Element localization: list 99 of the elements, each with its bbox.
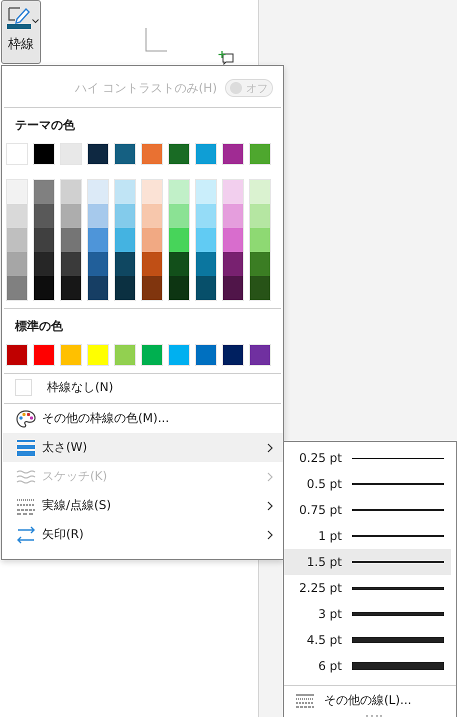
- color-swatch[interactable]: [250, 252, 270, 276]
- color-swatch[interactable]: [169, 228, 189, 252]
- line-weight-icon: [16, 438, 36, 456]
- section-title: 標準の色: [14, 318, 64, 335]
- color-swatch[interactable]: [7, 204, 27, 228]
- color-swatch[interactable]: [115, 204, 135, 228]
- color-swatch[interactable]: [88, 276, 108, 300]
- color-swatch[interactable]: [168, 344, 190, 366]
- color-swatch[interactable]: [114, 143, 136, 165]
- pen-color-icon: [6, 5, 30, 29]
- color-swatch[interactable]: [115, 180, 135, 204]
- color-swatch[interactable]: [61, 228, 81, 252]
- color-swatch[interactable]: [196, 180, 216, 204]
- color-swatch[interactable]: [87, 143, 109, 165]
- color-swatch[interactable]: [33, 344, 55, 366]
- line-weight-option[interactable]: 4.5 pt: [284, 627, 456, 653]
- color-swatch[interactable]: [196, 252, 216, 276]
- color-swatch[interactable]: [142, 252, 162, 276]
- color-swatch[interactable]: [87, 344, 109, 366]
- line-weight-option[interactable]: 2.25 pt: [284, 575, 456, 601]
- color-swatch[interactable]: [6, 344, 28, 366]
- color-swatch[interactable]: [114, 344, 136, 366]
- more-lines-option[interactable]: その他の線(L)...: [284, 686, 456, 709]
- line-weight-option[interactable]: 1 pt: [284, 523, 456, 549]
- color-swatch[interactable]: [196, 228, 216, 252]
- color-swatch[interactable]: [34, 228, 54, 252]
- color-swatch[interactable]: [250, 228, 270, 252]
- color-swatch[interactable]: [223, 276, 243, 300]
- no-border-swatch[interactable]: [15, 379, 32, 396]
- corner-mark-icon: [145, 28, 167, 52]
- color-swatch[interactable]: [222, 344, 244, 366]
- menu-item[interactable]: 実線/点線(S): [3, 491, 283, 520]
- arrows-icon: [16, 526, 36, 544]
- color-swatch[interactable]: [250, 276, 270, 300]
- color-swatch[interactable]: [7, 276, 27, 300]
- color-swatch[interactable]: [169, 276, 189, 300]
- color-swatch[interactable]: [60, 143, 82, 165]
- dash-lines-icon: [295, 694, 315, 708]
- line-weight-option[interactable]: 0.75 pt: [284, 497, 456, 523]
- color-swatch[interactable]: [222, 143, 244, 165]
- color-swatch[interactable]: [115, 276, 135, 300]
- color-swatch[interactable]: [34, 204, 54, 228]
- line-weight-option[interactable]: 6 pt: [284, 653, 456, 679]
- line-weight-option[interactable]: 1.5 pt: [284, 549, 451, 575]
- high-contrast-label: ハイ コントラストのみ(H): [74, 80, 217, 96]
- color-swatch[interactable]: [61, 276, 81, 300]
- color-swatch[interactable]: [61, 204, 81, 228]
- color-swatch[interactable]: [142, 228, 162, 252]
- color-swatch[interactable]: [141, 344, 163, 366]
- color-swatch[interactable]: [34, 276, 54, 300]
- color-swatch[interactable]: [115, 252, 135, 276]
- color-swatch[interactable]: [223, 228, 243, 252]
- color-swatch[interactable]: [250, 204, 270, 228]
- color-swatch[interactable]: [196, 276, 216, 300]
- no-border-option[interactable]: 枠線なし(N): [47, 379, 114, 396]
- color-swatch[interactable]: [169, 180, 189, 204]
- palette-icon: [16, 410, 36, 428]
- color-swatch[interactable]: [169, 252, 189, 276]
- color-swatch[interactable]: [250, 180, 270, 204]
- caret-icon: [32, 19, 38, 24]
- color-swatch[interactable]: [7, 180, 27, 204]
- menu-item[interactable]: 太さ(W): [3, 433, 283, 462]
- color-swatch[interactable]: [196, 204, 216, 228]
- color-swatch[interactable]: [169, 204, 189, 228]
- line-weight-option[interactable]: 0.25 pt: [284, 445, 456, 471]
- color-swatch[interactable]: [7, 228, 27, 252]
- color-swatch[interactable]: [115, 228, 135, 252]
- color-swatch[interactable]: [249, 344, 271, 366]
- color-swatch[interactable]: [88, 252, 108, 276]
- color-swatch[interactable]: [6, 143, 28, 165]
- color-swatch[interactable]: [34, 180, 54, 204]
- color-swatch[interactable]: [142, 180, 162, 204]
- color-swatch[interactable]: [223, 204, 243, 228]
- color-swatch[interactable]: [88, 204, 108, 228]
- color-swatch[interactable]: [60, 344, 82, 366]
- line-weight-option[interactable]: 0.5 pt: [284, 471, 456, 497]
- section-title: テーマの色: [14, 117, 76, 134]
- line-weight-option[interactable]: 3 pt: [284, 601, 456, 627]
- menu-item[interactable]: 矢印(R): [3, 520, 283, 549]
- color-swatch[interactable]: [223, 252, 243, 276]
- color-swatch[interactable]: [168, 143, 190, 165]
- sketch-lines-icon: [16, 468, 36, 486]
- menu-item[interactable]: その他の枠線の色(M)...: [3, 404, 283, 433]
- color-swatch[interactable]: [141, 143, 163, 165]
- color-swatch[interactable]: [195, 344, 217, 366]
- color-swatch[interactable]: [142, 276, 162, 300]
- color-swatch[interactable]: [88, 180, 108, 204]
- borders-button[interactable]: 枠線: [1, 0, 41, 64]
- dash-lines-icon: [16, 496, 36, 514]
- color-swatch[interactable]: [142, 204, 162, 228]
- color-swatch[interactable]: [195, 143, 217, 165]
- color-swatch[interactable]: [61, 180, 81, 204]
- color-swatch[interactable]: [7, 252, 27, 276]
- color-swatch[interactable]: [223, 180, 243, 204]
- color-swatch[interactable]: [33, 143, 55, 165]
- color-swatch[interactable]: [61, 252, 81, 276]
- color-swatch[interactable]: [249, 143, 271, 165]
- color-swatch[interactable]: [88, 228, 108, 252]
- color-swatch[interactable]: [34, 252, 54, 276]
